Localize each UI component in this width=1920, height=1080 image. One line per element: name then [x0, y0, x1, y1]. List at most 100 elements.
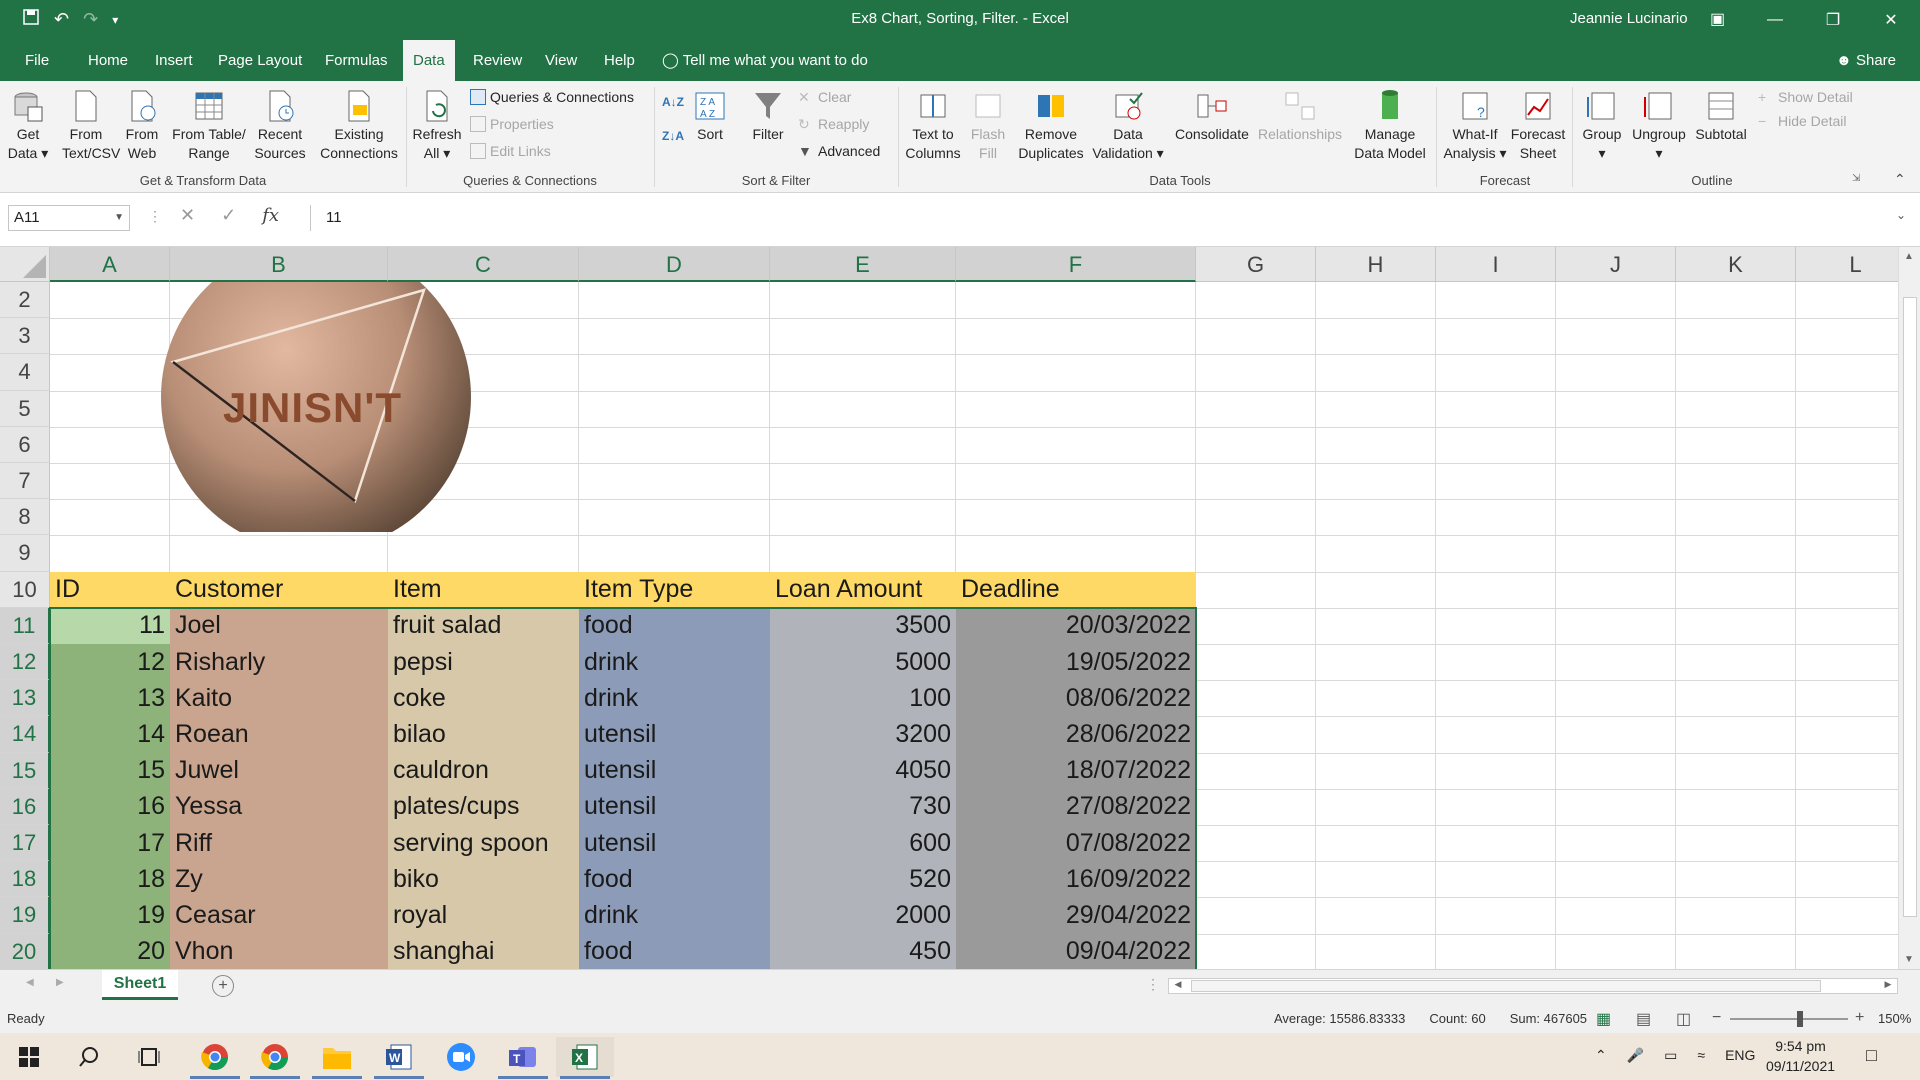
company-logo[interactable]: JINISN'T: [161, 282, 473, 532]
data-cell[interactable]: 17: [50, 825, 170, 862]
data-cell[interactable]: plates/cups: [388, 788, 579, 825]
row-header-10[interactable]: 10: [0, 571, 50, 608]
chrome-profile-icon[interactable]: [246, 1037, 304, 1079]
data-cell[interactable]: Vhon: [170, 933, 388, 969]
worksheet-grid[interactable]: JINISN'T A B C D E F G H I J K L 2 3 4 5 6 7 8 9 10 11 12 13 14 1…: [0, 247, 1920, 969]
remove-duplicates-button[interactable]: Remove Duplicates: [1014, 89, 1088, 163]
queries-connections-button[interactable]: Queries & Connections: [470, 89, 634, 105]
text-to-columns-button[interactable]: Text to Columns: [900, 89, 966, 163]
tab-data[interactable]: Data: [403, 40, 455, 81]
column-header-f[interactable]: F: [956, 247, 1196, 282]
refresh-all-button[interactable]: Refresh All ▾: [412, 89, 462, 163]
row-header-4[interactable]: 4: [0, 354, 50, 391]
recent-sources-button[interactable]: Recent Sources: [252, 89, 308, 163]
column-header-a[interactable]: A: [50, 247, 170, 282]
existing-connections-button[interactable]: Existing Connections: [316, 89, 402, 163]
tab-file[interactable]: File: [15, 40, 59, 81]
data-cell[interactable]: utensil: [579, 825, 770, 862]
manage-data-model-button[interactable]: Manage Data Model: [1350, 89, 1430, 163]
cancel-icon[interactable]: ✕: [180, 205, 195, 226]
tab-page-layout[interactable]: Page Layout: [208, 40, 312, 81]
show-detail-button[interactable]: + Show Detail: [1758, 89, 1853, 105]
data-cell[interactable]: Zy: [170, 861, 388, 898]
chevron-up-icon[interactable]: ⌃: [1595, 1047, 1607, 1064]
row-header-20[interactable]: 20: [0, 933, 50, 969]
zoom-slider-handle[interactable]: [1797, 1011, 1803, 1027]
row-header-8[interactable]: 8: [0, 499, 50, 536]
edit-links-button[interactable]: Edit Links: [470, 143, 551, 159]
data-cell[interactable]: Joel: [170, 607, 388, 644]
data-cell[interactable]: drink: [579, 680, 770, 717]
data-cell[interactable]: 28/06/2022: [956, 716, 1196, 753]
data-cell[interactable]: 4050: [770, 752, 956, 789]
chevron-down-icon[interactable]: ▼: [114, 206, 124, 230]
sort-button[interactable]: Z AA Z Sort: [690, 89, 730, 144]
data-cell[interactable]: Risharly: [170, 644, 388, 681]
row-header-15[interactable]: 15: [0, 752, 50, 789]
data-cell[interactable]: 13: [50, 680, 170, 717]
from-table-range-button[interactable]: From Table/ Range: [168, 89, 250, 163]
tab-insert[interactable]: Insert: [145, 40, 203, 81]
split-handle-icon[interactable]: ⋮: [1146, 976, 1160, 993]
data-cell[interactable]: bilao: [388, 716, 579, 753]
column-header-e[interactable]: E: [770, 247, 956, 282]
row-header-3[interactable]: 3: [0, 318, 50, 355]
windows-start-icon[interactable]: [0, 1037, 58, 1077]
scroll-left-icon[interactable]: ◀: [1169, 979, 1187, 993]
data-cell[interactable]: 09/04/2022: [956, 933, 1196, 969]
data-cell[interactable]: cauldron: [388, 752, 579, 789]
outline-dialog-launcher-icon[interactable]: ⇲: [1852, 173, 1860, 184]
data-cell[interactable]: Riff: [170, 825, 388, 862]
tab-review[interactable]: Review: [463, 40, 532, 81]
data-cell[interactable]: biko: [388, 861, 579, 898]
share-button[interactable]: ☻ Share: [1836, 40, 1896, 81]
column-header-g[interactable]: G: [1196, 247, 1316, 282]
row-header-7[interactable]: 7: [0, 463, 50, 500]
word-icon[interactable]: W: [370, 1037, 428, 1079]
add-sheet-icon[interactable]: +: [212, 975, 234, 997]
filter-button[interactable]: Filter: [746, 89, 790, 144]
maximize-icon[interactable]: ❐: [1804, 0, 1862, 40]
input-language[interactable]: ENG: [1725, 1047, 1755, 1064]
header-cell[interactable]: Deadline: [956, 571, 1196, 608]
data-cell[interactable]: 29/04/2022: [956, 897, 1196, 934]
data-cell[interactable]: fruit salad: [388, 607, 579, 644]
horizontal-scrollbar[interactable]: ◀ ▶: [1168, 978, 1898, 994]
data-cell[interactable]: 19: [50, 897, 170, 934]
header-cell[interactable]: ID: [50, 571, 170, 608]
column-header-k[interactable]: K: [1676, 247, 1796, 282]
data-cell[interactable]: 20/03/2022: [956, 607, 1196, 644]
minimize-icon[interactable]: —: [1746, 0, 1804, 40]
data-cell[interactable]: drink: [579, 644, 770, 681]
data-cell[interactable]: 100: [770, 680, 956, 717]
header-cell[interactable]: Item: [388, 571, 579, 608]
advanced-filter-button[interactable]: ▼ Advanced: [798, 143, 880, 159]
tell-me-search[interactable]: ◯ Tell me what you want to do: [662, 40, 868, 81]
zoom-slider[interactable]: [1730, 1018, 1848, 1020]
data-cell[interactable]: 14: [50, 716, 170, 753]
data-cell[interactable]: food: [579, 933, 770, 969]
file-explorer-icon[interactable]: [308, 1037, 366, 1079]
data-cell[interactable]: 3500: [770, 607, 956, 644]
data-cell[interactable]: 18/07/2022: [956, 752, 1196, 789]
zoom-in-icon[interactable]: +: [1855, 1009, 1864, 1027]
column-header-i[interactable]: I: [1436, 247, 1556, 282]
data-cell[interactable]: royal: [388, 897, 579, 934]
enter-icon[interactable]: ✓: [221, 205, 236, 226]
notifications-icon[interactable]: □: [1866, 1045, 1877, 1066]
column-header-c[interactable]: C: [388, 247, 579, 282]
row-header-13[interactable]: 13: [0, 680, 50, 717]
scroll-down-icon[interactable]: ▼: [1904, 954, 1914, 965]
data-cell[interactable]: Yessa: [170, 788, 388, 825]
data-cell[interactable]: 07/08/2022: [956, 825, 1196, 862]
battery-icon[interactable]: ▭: [1664, 1047, 1677, 1064]
wifi-icon[interactable]: ≈: [1697, 1047, 1705, 1064]
user-name[interactable]: Jeannie Lucinario: [1570, 10, 1688, 27]
data-cell[interactable]: 15: [50, 752, 170, 789]
task-view-icon[interactable]: [120, 1037, 178, 1077]
data-cell[interactable]: 450: [770, 933, 956, 969]
data-cell[interactable]: utensil: [579, 752, 770, 789]
subtotal-button[interactable]: Subtotal: [1690, 89, 1752, 144]
sheet-tab-sheet1[interactable]: Sheet1: [102, 970, 178, 1000]
data-cell[interactable]: 20: [50, 933, 170, 969]
